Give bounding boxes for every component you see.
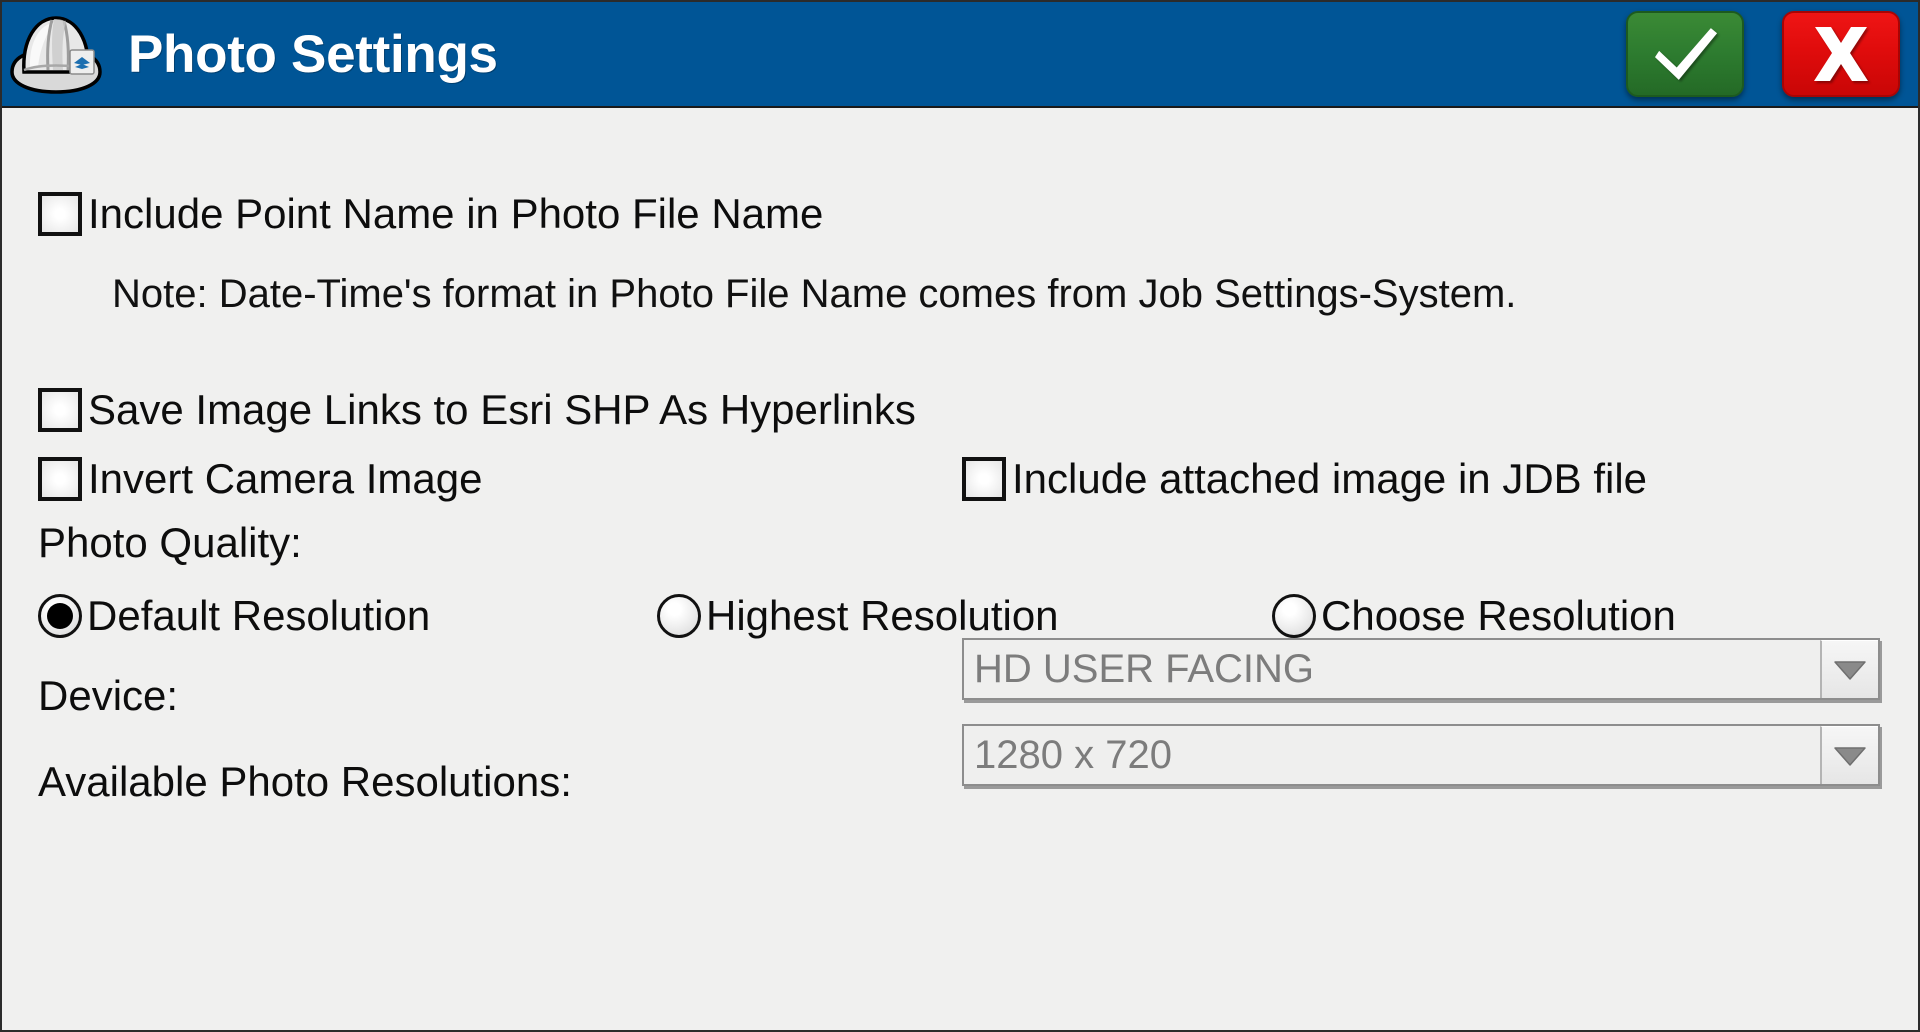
invert-camera-image-checkbox[interactable] [38, 457, 82, 501]
save-image-links-label: Save Image Links to Esri SHP As Hyperlin… [88, 386, 916, 433]
radio-highest-resolution-label: Highest Resolution [706, 592, 1059, 639]
save-image-links-checkbox[interactable] [38, 388, 82, 432]
include-point-name-checkbox[interactable] [38, 192, 82, 236]
radio-choose-resolution-row[interactable]: Choose Resolution [1272, 592, 1676, 640]
dialog-body: Include Point Name in Photo File Name No… [2, 108, 1918, 1030]
chevron-down-icon[interactable] [1820, 640, 1878, 698]
date-time-note: Note: Date-Time's format in Photo File N… [112, 272, 1517, 316]
radio-default-resolution[interactable] [38, 594, 82, 638]
resolution-dropdown[interactable]: 1280 x 720 [962, 724, 1880, 786]
available-resolutions-label: Available Photo Resolutions: [38, 758, 572, 805]
radio-highest-resolution-row[interactable]: Highest Resolution [657, 592, 1059, 640]
include-attached-image-row[interactable]: Include attached image in JDB file [962, 455, 1647, 503]
device-dropdown[interactable]: HD USER FACING [962, 638, 1880, 700]
resolution-dropdown-value: 1280 x 720 [974, 732, 1172, 777]
titlebar-actions [1626, 2, 1900, 106]
invert-camera-image-row[interactable]: Invert Camera Image [38, 455, 483, 503]
radio-default-resolution-label: Default Resolution [87, 592, 431, 639]
include-point-name-label: Include Point Name in Photo File Name [88, 190, 824, 237]
include-attached-image-checkbox[interactable] [962, 457, 1006, 501]
page-title: Photo Settings [128, 24, 498, 84]
title-bar: Photo Settings [2, 2, 1918, 108]
hard-hat-icon [4, 6, 108, 102]
chevron-down-icon[interactable] [1820, 726, 1878, 784]
ok-button[interactable] [1626, 11, 1744, 97]
photo-settings-dialog: Photo Settings Include Point Name in Pho… [0, 0, 1920, 1032]
save-image-links-row[interactable]: Save Image Links to Esri SHP As Hyperlin… [38, 386, 916, 434]
radio-default-resolution-row[interactable]: Default Resolution [38, 592, 430, 640]
device-label: Device: [38, 672, 179, 719]
cancel-button[interactable] [1782, 11, 1900, 97]
invert-camera-image-label: Invert Camera Image [88, 455, 483, 502]
radio-choose-resolution-label: Choose Resolution [1321, 592, 1676, 639]
x-mark-icon [1808, 23, 1874, 85]
include-point-name-row[interactable]: Include Point Name in Photo File Name [38, 190, 823, 238]
photo-quality-label: Photo Quality: [38, 519, 302, 566]
device-dropdown-value: HD USER FACING [974, 646, 1315, 691]
checkmark-icon [1648, 24, 1722, 84]
radio-highest-resolution[interactable] [657, 594, 701, 638]
include-attached-image-label: Include attached image in JDB file [1012, 455, 1648, 502]
radio-choose-resolution[interactable] [1272, 594, 1316, 638]
